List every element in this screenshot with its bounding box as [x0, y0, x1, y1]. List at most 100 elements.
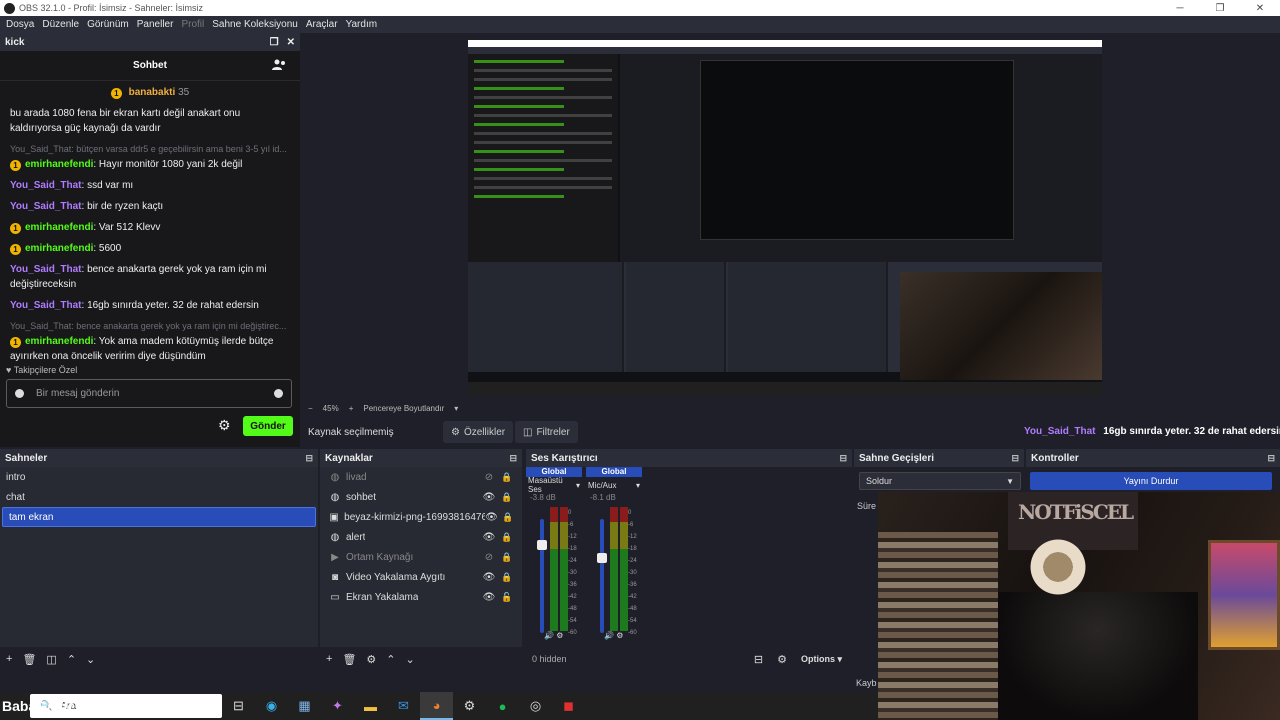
chat-username[interactable]: You_Said_That [10, 180, 82, 191]
chat-username[interactable]: You_Said_That [10, 201, 82, 212]
lock-icon[interactable]: 🔒 [500, 472, 514, 483]
copilot-icon[interactable]: ✦ [321, 692, 354, 720]
transition-select[interactable]: Soldur ▼ [859, 472, 1021, 490]
speaker-icon[interactable]: 🔊 [604, 631, 614, 640]
settings-icon[interactable]: ⚙ [453, 692, 486, 720]
move-down-button[interactable]: ⌄ [86, 653, 95, 666]
file-explorer-icon[interactable]: ▬ [354, 692, 387, 720]
filters-button[interactable]: ◫ Filtreler [515, 421, 578, 443]
minimize-button[interactable]: ─ [1160, 3, 1200, 14]
zoom-in-button[interactable]: + [349, 404, 354, 413]
float-dock-icon[interactable]: ⊟ [1011, 453, 1019, 464]
obs-icon[interactable]: ◎ [519, 692, 552, 720]
edge-icon[interactable]: ◉ [255, 692, 288, 720]
move-down-button[interactable]: ⌄ [406, 653, 415, 666]
scene-item[interactable]: chat [0, 487, 318, 507]
chat-input[interactable]: Bir mesaj gönderin [6, 379, 292, 408]
scene-item[interactable]: tam ekran [2, 507, 316, 527]
menu-gorunum[interactable]: Görünüm [83, 19, 133, 30]
lock-icon[interactable]: 🔒 [500, 492, 514, 503]
send-button[interactable]: Gönder [243, 416, 293, 436]
chat-username[interactable]: emirhanefendi [25, 243, 93, 254]
scene-filter-icon[interactable]: ◫ [46, 653, 56, 666]
eye-off-icon[interactable]: ⊘ [482, 472, 496, 483]
menu-dosya[interactable]: Dosya [2, 19, 38, 30]
gear-icon[interactable]: ⚙ [556, 631, 563, 640]
zoom-out-button[interactable]: − [308, 404, 313, 413]
unlock-icon[interactable]: 🔓 [500, 592, 514, 603]
firefox-icon[interactable]: ◕ [420, 692, 453, 720]
channel-name[interactable]: Masaüstü Ses ▾ [526, 476, 582, 494]
source-item[interactable]: ▶ Ortam Kaynağı ⊘ 🔒 [320, 547, 522, 567]
lock-icon[interactable]: 🔒 [500, 532, 514, 543]
chat-username[interactable]: emirhanefendi [25, 222, 93, 233]
store-icon[interactable]: ▦ [288, 692, 321, 720]
chat-username[interactable]: You_Said_That [10, 264, 82, 275]
volume-slider-handle[interactable] [537, 539, 547, 550]
eye-off-icon[interactable]: ⊘ [482, 552, 496, 563]
preview-canvas[interactable] [468, 40, 1102, 396]
gear-icon[interactable]: ⚙ [777, 653, 787, 666]
eye-icon[interactable]: 👁 [482, 592, 496, 603]
trash-icon[interactable]: 🗑 [342, 653, 356, 666]
lock-icon[interactable]: 🔒 [502, 512, 514, 523]
gear-icon[interactable]: ⚙ [218, 417, 231, 434]
emoji-icon[interactable] [274, 389, 283, 398]
chat-username[interactable]: emirhanefendi [25, 336, 93, 347]
pinned-user[interactable]: 1 banabakti 35 [10, 85, 290, 100]
move-up-button[interactable]: ⌃ [67, 653, 76, 666]
add-scene-button[interactable]: + [6, 653, 12, 665]
source-item[interactable]: ◍ sohbet 👁 🔒 [320, 487, 522, 507]
menu-yardim[interactable]: Yardım [342, 19, 382, 30]
spotify-icon[interactable]: ● [486, 692, 519, 720]
eye-icon[interactable]: 👁 [482, 572, 496, 583]
float-dock-icon[interactable]: ⊟ [509, 453, 517, 464]
float-dock-icon[interactable]: ⊟ [1267, 453, 1275, 464]
float-dock-icon[interactable]: ❐ [270, 37, 279, 48]
menu-profil[interactable]: Profil [177, 19, 208, 30]
chat-username[interactable]: emirhanefendi [25, 159, 93, 170]
lock-icon[interactable]: 🔒 [500, 552, 514, 563]
eye-icon[interactable]: 👁 [482, 492, 496, 503]
users-icon[interactable] [272, 58, 286, 72]
menu-duzenle[interactable]: Düzenle [38, 19, 83, 30]
properties-button[interactable]: ⚙ Özellikler [443, 421, 514, 443]
float-dock-icon[interactable]: ⊟ [305, 453, 313, 464]
task-view-icon[interactable]: ⊟ [222, 692, 255, 720]
trash-icon[interactable]: 🗑 [22, 653, 36, 666]
gear-icon[interactable]: ⚙ [616, 631, 623, 640]
options-button[interactable]: Options ▾ [801, 654, 842, 665]
chat-username[interactable]: You_Said_That [10, 300, 82, 311]
emote-icon[interactable] [15, 389, 24, 398]
maximize-button[interactable]: ❐ [1200, 3, 1240, 14]
volume-track[interactable] [600, 519, 604, 633]
eye-icon[interactable]: 👁 [485, 512, 498, 523]
chevron-down-icon[interactable]: ▾ [454, 404, 458, 413]
menu-sahne-koleksiyonu[interactable]: Sahne Koleksiyonu [208, 19, 302, 30]
source-item[interactable]: ◙ Video Yakalama Aygıtı 👁 🔒 [320, 567, 522, 587]
gear-icon[interactable]: ⚙ [366, 653, 376, 666]
source-item[interactable]: ▭ Ekran Yakalama 👁 🔓 [320, 587, 522, 607]
menu-araclar[interactable]: Araçlar [302, 19, 342, 30]
close-button[interactable]: ✕ [1240, 3, 1280, 14]
move-up-button[interactable]: ⌃ [386, 653, 395, 666]
lock-icon[interactable]: 🔒 [500, 572, 514, 583]
volume-slider-handle[interactable] [597, 553, 607, 564]
add-source-button[interactable]: + [326, 653, 332, 665]
mail-icon[interactable]: ✉ [387, 692, 420, 720]
fit-mode-label[interactable]: Pencereye Boyutlandır [363, 404, 444, 413]
volume-track[interactable] [540, 519, 544, 633]
eye-icon[interactable]: 👁 [482, 532, 496, 543]
scene-item[interactable]: intro [0, 467, 318, 487]
app-red-icon[interactable]: ◼ [552, 692, 585, 720]
stop-stream-button[interactable]: Yayını Durdur [1030, 472, 1272, 490]
source-item[interactable]: ◍ livad ⊘ 🔒 [320, 467, 522, 487]
source-item[interactable]: ◍ alert 👁 🔒 [320, 527, 522, 547]
channel-name[interactable]: Mic/Aux ▾ [586, 477, 642, 493]
source-item[interactable]: ▣ beyaz-kirmizi-png-1699381647670.p👁 🔒 [320, 507, 522, 527]
menu-paneller[interactable]: Paneller [133, 19, 178, 30]
float-dock-icon[interactable]: ⊟ [839, 453, 847, 464]
speaker-icon[interactable]: 🔊 [544, 631, 554, 640]
close-dock-icon[interactable]: ✕ [287, 37, 295, 48]
layout-icon[interactable]: ⊟ [754, 653, 763, 666]
